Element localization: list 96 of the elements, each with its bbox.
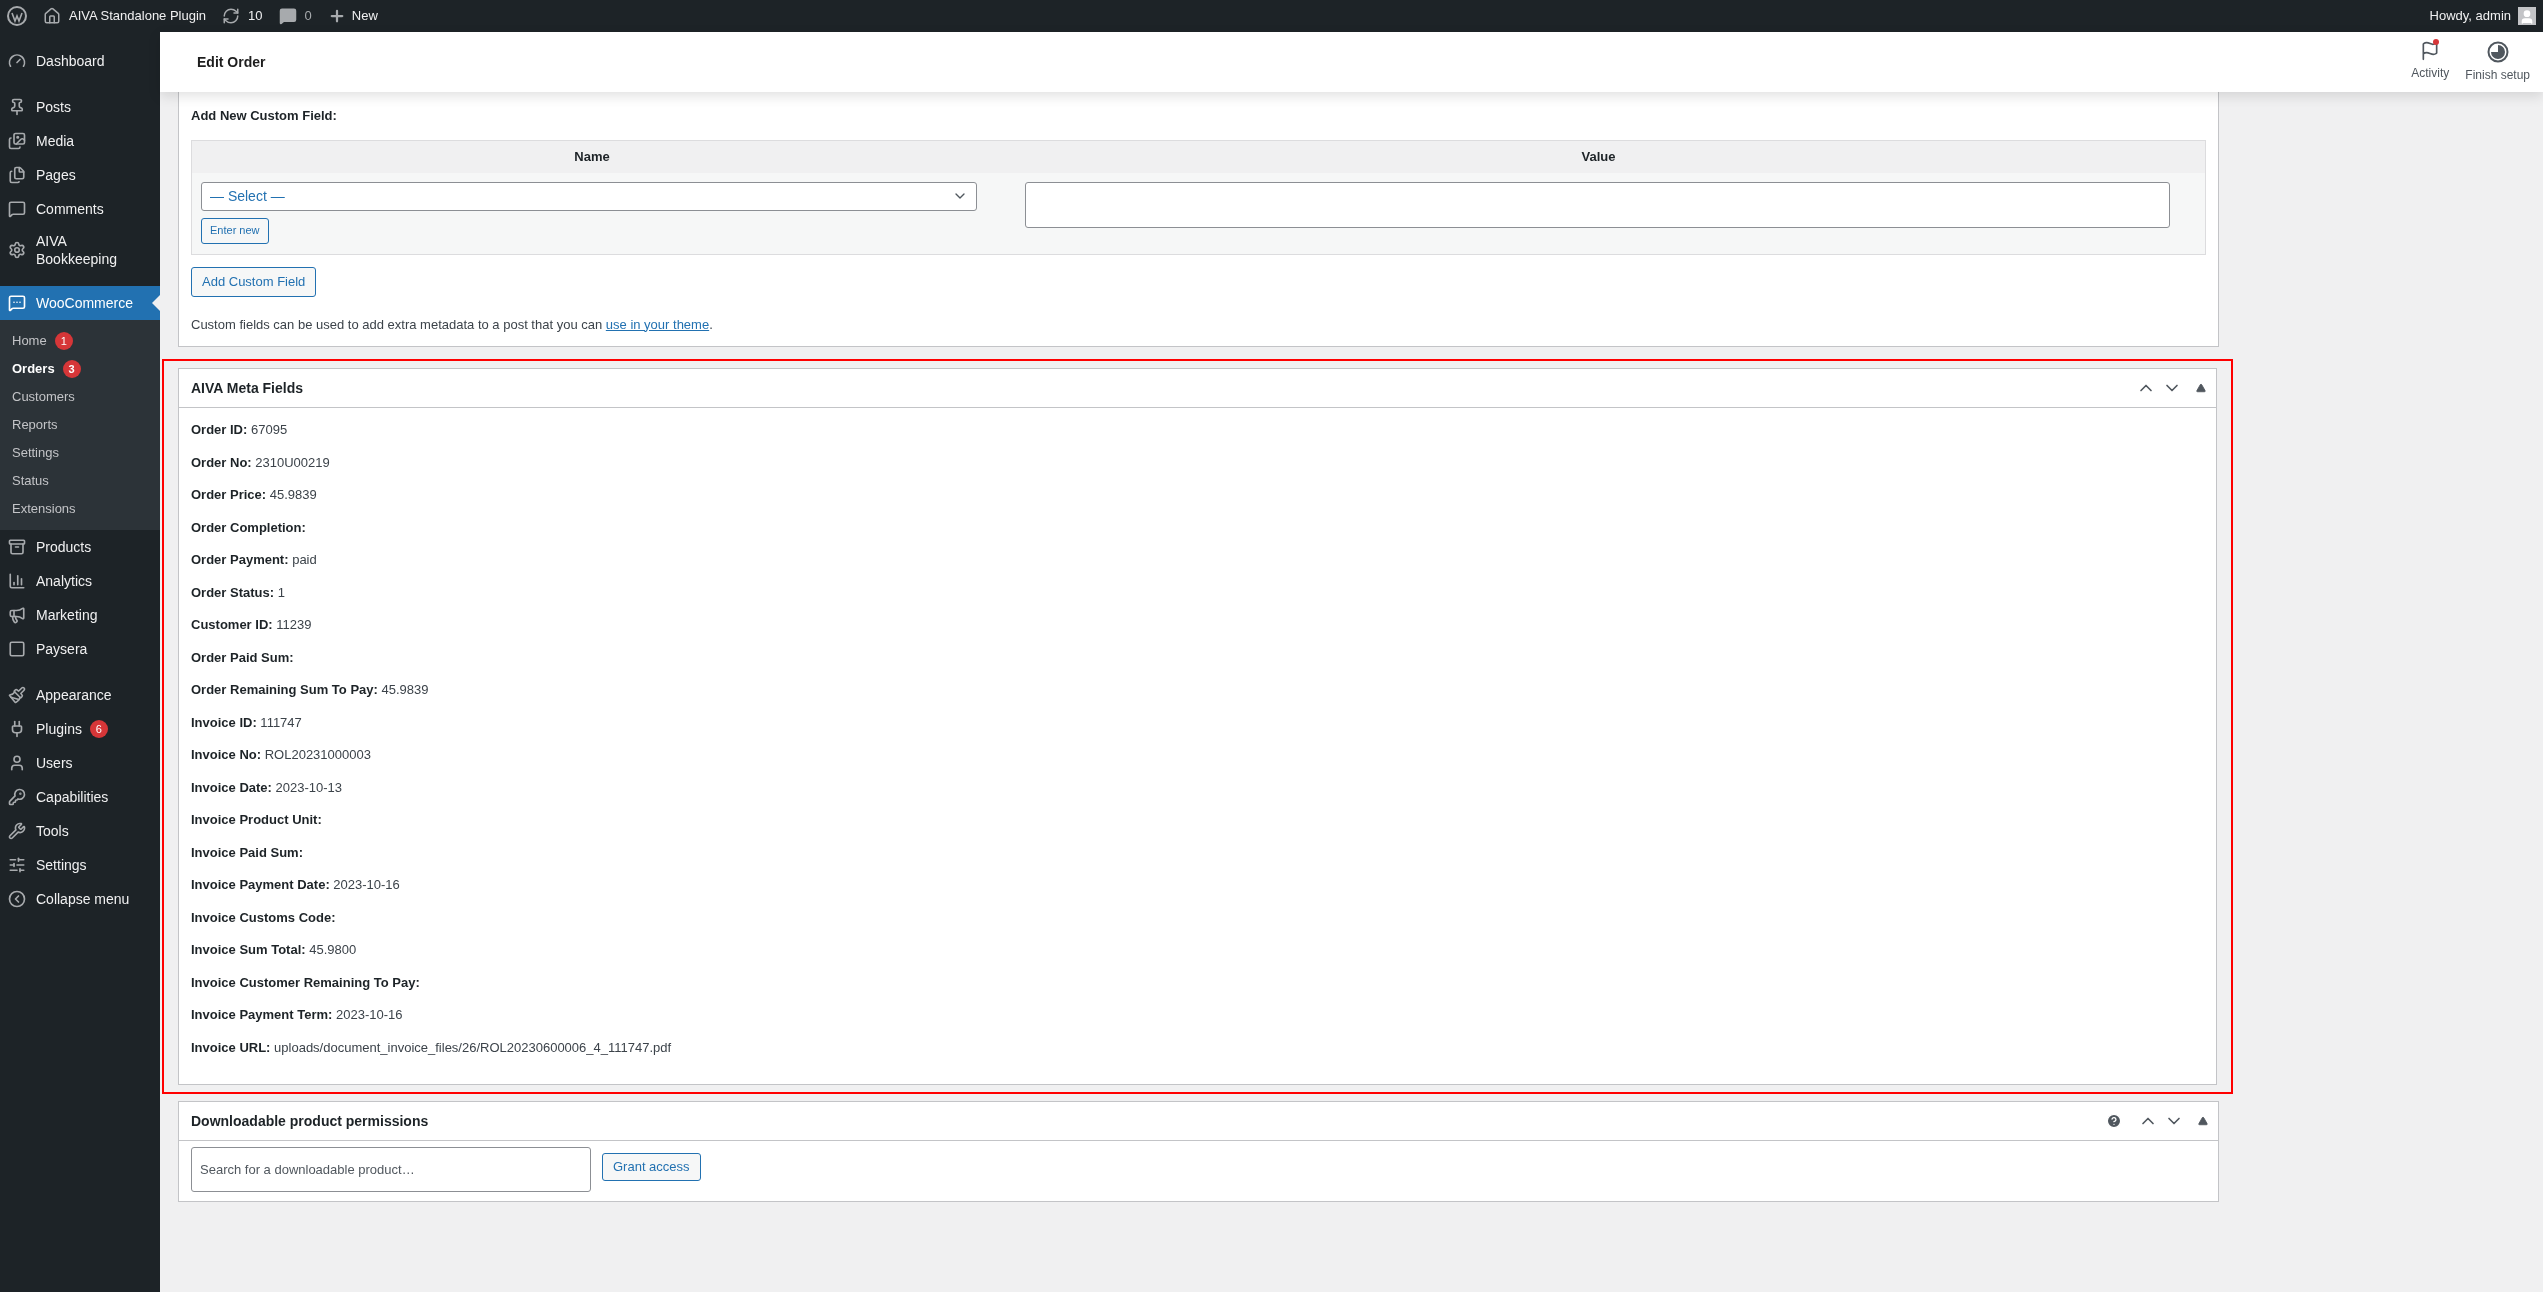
gear-icon — [8, 241, 26, 259]
pages-icon — [8, 166, 26, 184]
sidebar-item[interactable]: Marketing — [0, 598, 160, 632]
header-action[interactable]: Finish setup — [2457, 40, 2538, 84]
count-badge: 6 — [89, 720, 108, 738]
sidebar-item[interactable]: Pages — [0, 158, 160, 192]
sidebar-item[interactable]: Users — [0, 746, 160, 780]
submenu-item[interactable]: Customers — [0, 383, 160, 411]
count-badge: 1 — [54, 332, 73, 350]
meta-field-row-text: Order Paid Sum: — [191, 648, 295, 667]
bar-chart-icon — [8, 572, 26, 590]
meta-field-row-text: Invoice Sum Total: 45.9800 — [191, 941, 358, 959]
submenu-item[interactable]: Status — [0, 467, 160, 495]
collapse-toggle-icon[interactable] — [2196, 383, 2206, 393]
greeting-link[interactable]: Howdy, admin — [2429, 6, 2511, 26]
pin-icon — [8, 98, 26, 116]
submenu-item[interactable]: Settings — [0, 439, 160, 467]
logo-icon — [7, 6, 27, 26]
pie-icon — [2486, 40, 2509, 63]
page-title: Edit Order — [197, 52, 266, 72]
meta-field-row-text: Invoice ID: 111747 — [191, 713, 303, 732]
speech-bubble-icon — [8, 200, 26, 218]
meta-field-row-text: Order Remaining Sum To Pay: 45.9839 — [191, 681, 430, 699]
key-icon — [8, 788, 26, 806]
meta-field-row-text: Order No: 2310U00219 — [191, 453, 331, 472]
sidebar-item[interactable]: Posts — [0, 90, 160, 124]
new-link[interactable]: New — [327, 6, 378, 26]
site-link[interactable]: AIVA Standalone Plugin — [43, 6, 207, 26]
sidebar-item[interactable]: AIVA Bookkeeping — [0, 226, 160, 274]
sliders-icon — [8, 856, 26, 874]
sidebar-item[interactable]: Appearance — [0, 678, 160, 712]
meta-field-row-text: Invoice Date: 2023-10-13 — [191, 778, 344, 797]
enter-new-button[interactable]: Enter new — [201, 217, 269, 244]
meta-field-row-text: Order Price: 45.9839 — [191, 486, 318, 504]
meta-field-row-text: Invoice Paid Sum: — [191, 843, 304, 862]
user-icon — [8, 754, 26, 772]
wrench-icon — [8, 822, 26, 840]
avatar-icon — [2518, 7, 2536, 25]
images-icon — [8, 132, 26, 150]
count-badge: 3 — [62, 360, 81, 378]
meta-field-row-text: Order Payment: paid — [191, 551, 318, 569]
comments-link[interactable]: 0 — [278, 6, 312, 26]
search-field[interactable]: Search for a downloadable product… — [191, 1147, 591, 1192]
header-action[interactable]: Activity — [2403, 40, 2458, 84]
speech-bubble-icon — [8, 294, 26, 312]
megaphone-icon — [8, 606, 26, 624]
sidebar-item[interactable]: Tools — [0, 814, 160, 848]
sidebar-item[interactable]: Media — [0, 124, 160, 158]
meta-field-row-text: Order ID: 67095 — [191, 421, 289, 439]
collapse-icon — [8, 890, 26, 908]
meta-field-row-text: Invoice Product Unit: — [191, 811, 323, 829]
sidebar-item[interactable]: WooCommerce — [0, 286, 160, 320]
sidebar-item[interactable]: Paysera — [0, 632, 160, 666]
speech-bubble-icon — [278, 7, 297, 25]
sidebar-item[interactable]: Collapse menu — [0, 882, 160, 916]
collapse-toggle-icon[interactable] — [2198, 1116, 2208, 1126]
meta-field-row-text: Invoice Customs Code: — [191, 908, 337, 927]
flag-icon — [2420, 40, 2441, 61]
archive-icon — [8, 538, 26, 556]
submenu-item[interactable]: Orders 3 — [0, 355, 160, 383]
square-icon — [8, 640, 26, 658]
home-icon — [43, 7, 61, 25]
sidebar-item[interactable]: Comments — [0, 192, 160, 226]
help-text: Custom fields can be used to add extra metadata to a post that you can use in your theme. — [191, 315, 714, 334]
meta-field-row-text: Invoice No: ROL20231000003 — [191, 746, 372, 764]
meta-field-row-text: Invoice Payment Date: 2023-10-16 — [191, 876, 401, 894]
panel-title: AIVA Meta Fields — [191, 378, 304, 398]
grant-access-button[interactable]: Grant access — [602, 1153, 701, 1181]
refresh-icon — [222, 7, 241, 25]
add-custom-field-button[interactable]: Add Custom Field — [191, 266, 317, 297]
panel-title: Downloadable product permissions — [191, 1111, 429, 1131]
submenu-item[interactable]: Extensions — [0, 495, 160, 523]
name-select[interactable]: — Select — — [201, 181, 977, 211]
meta-field-row-text: Invoice Customer Remaining To Pay: — [191, 973, 421, 992]
meta-field-row-text: Invoice URL: uploads/document_invoice_files/26/ROL20230600006_4_111747.pdf — [191, 1038, 673, 1057]
updates-link[interactable]: 10 — [222, 6, 263, 26]
value-textarea[interactable] — [1025, 181, 2170, 228]
active-notch — [152, 295, 160, 311]
sidebar-item[interactable]: Settings — [0, 848, 160, 882]
submenu-item[interactable]: Home 1 — [0, 327, 160, 355]
meta-field-row-text: Customer ID: 11239 — [191, 616, 313, 634]
sidebar-item[interactable]: Capabilities — [0, 780, 160, 814]
gauge-icon — [8, 52, 26, 70]
column-header: Name — [573, 147, 611, 166]
meta-field-row-text: Order Completion: — [191, 518, 307, 537]
section-heading: Add New Custom Field: — [191, 107, 338, 125]
sidebar-item[interactable]: Dashboard — [0, 44, 160, 78]
submenu-item[interactable]: Reports — [0, 411, 160, 439]
sidebar-item[interactable]: Products — [0, 530, 160, 564]
help-icon[interactable] — [2106, 1113, 2122, 1129]
column-header: Value — [1580, 147, 1617, 166]
meta-field-row-text: Order Status: 1 — [191, 583, 286, 602]
sidebar-item[interactable]: Analytics — [0, 564, 160, 598]
meta-field-row-text: Invoice Payment Term: 2023-10-16 — [191, 1006, 404, 1024]
sidebar-item[interactable]: Plugins 6 — [0, 712, 160, 746]
paintbrush-icon — [8, 686, 26, 704]
